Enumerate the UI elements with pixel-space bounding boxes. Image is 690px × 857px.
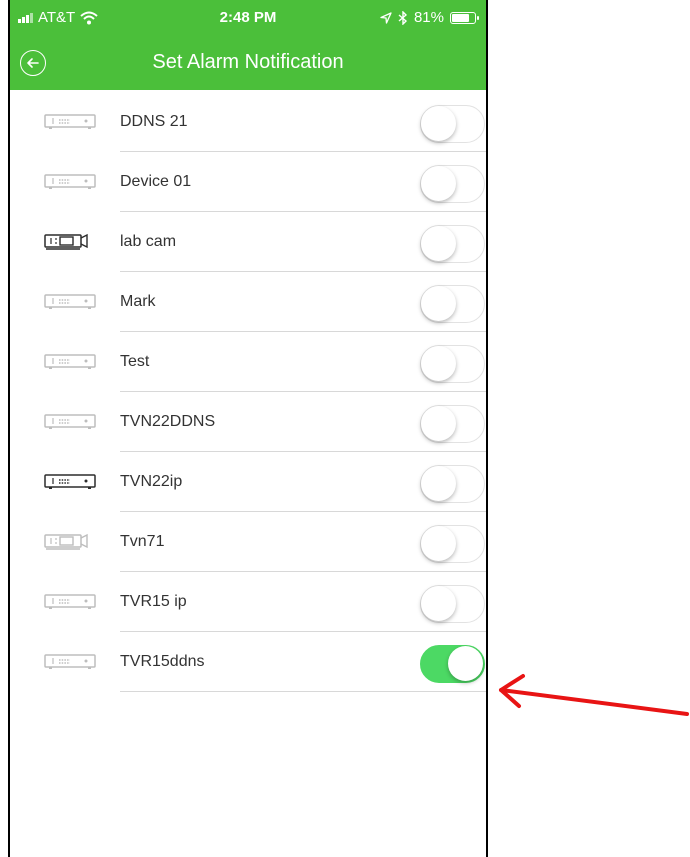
device-row: TVR15 ip: [10, 572, 486, 632]
toggle-knob: [421, 586, 456, 621]
device-name: TVR15ddns: [120, 653, 205, 670]
annotation-arrow-icon: [499, 674, 689, 716]
device-name: Mark: [120, 293, 156, 310]
alarm-toggle[interactable]: [420, 405, 485, 443]
alarm-toggle[interactable]: [420, 345, 485, 383]
phone-screen: AT&T 2:48 PM 81% Set Alarm Notification …: [8, 0, 488, 857]
alarm-toggle[interactable]: [420, 585, 485, 623]
device-name: Device 01: [120, 173, 192, 190]
toggle-knob: [421, 286, 456, 321]
alarm-toggle[interactable]: [420, 645, 485, 683]
alarm-toggle[interactable]: [420, 525, 485, 563]
alarm-toggle[interactable]: [420, 225, 485, 263]
dvr-icon: [44, 172, 96, 192]
status-right: 81%: [380, 9, 479, 26]
toggle-knob: [421, 106, 456, 141]
dvr-icon: [44, 652, 96, 672]
device-name: TVN22ip: [120, 473, 183, 490]
alarm-toggle[interactable]: [420, 285, 485, 323]
dvr-icon: [44, 112, 96, 132]
alarm-toggle[interactable]: [420, 105, 485, 143]
device-row: TVN22DDNS: [10, 392, 486, 452]
dvr-icon: [44, 292, 96, 312]
toggle-knob: [421, 526, 456, 561]
toggle-knob: [421, 226, 456, 261]
device-name: TVR15 ip: [120, 593, 187, 610]
nav-bar: Set Alarm Notification: [10, 36, 486, 90]
device-name: Test: [120, 353, 150, 370]
device-row: TVR15ddns: [10, 632, 486, 692]
toggle-knob: [421, 466, 456, 501]
toggle-knob: [421, 406, 456, 441]
device-name: TVN22DDNS: [120, 413, 216, 430]
toggle-knob: [448, 646, 483, 681]
dvr-icon: [44, 592, 96, 612]
toggle-knob: [421, 346, 456, 381]
device-row: Test: [10, 332, 486, 392]
alarm-toggle[interactable]: [420, 165, 485, 203]
location-arrow-icon: [380, 11, 392, 24]
battery-percent: 81%: [413, 9, 444, 26]
device-row: TVN22ip: [10, 452, 486, 512]
device-row: DDNS 21: [10, 92, 486, 152]
device-row: Mark: [10, 272, 486, 332]
device-name: lab cam: [120, 233, 177, 250]
status-bar: AT&T 2:48 PM 81%: [10, 0, 486, 36]
row-divider: [120, 691, 486, 692]
battery-icon: [450, 11, 479, 24]
device-name: Tvn71: [120, 533, 165, 550]
toggle-knob: [421, 166, 456, 201]
device-row: Device 01: [10, 152, 486, 212]
device-row: lab cam: [10, 212, 486, 272]
page-title: Set Alarm Notification: [152, 51, 344, 73]
ipc-camera-icon: [44, 232, 96, 252]
device-name: DDNS 21: [120, 113, 188, 130]
device-row: Tvn71: [10, 512, 486, 572]
device-list: DDNS 21 Device 01 lab cam Mark Test TVN2…: [10, 92, 486, 692]
ipc-camera-icon: [44, 532, 96, 552]
dvr-icon: [44, 352, 96, 372]
bluetooth-icon: [398, 10, 407, 25]
alarm-toggle[interactable]: [420, 465, 485, 503]
dvr-icon: [44, 412, 96, 432]
dvr-icon: [44, 472, 96, 492]
